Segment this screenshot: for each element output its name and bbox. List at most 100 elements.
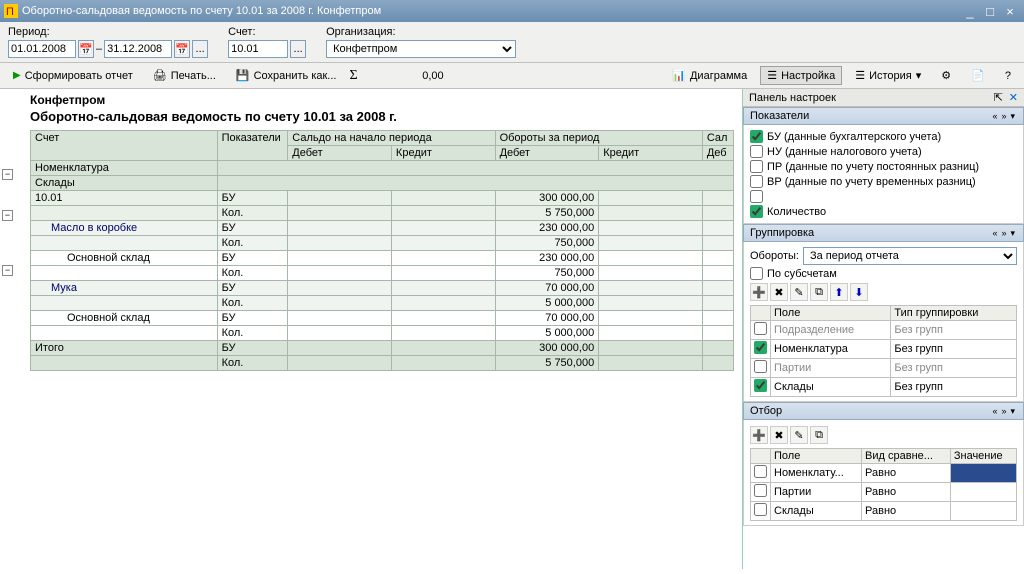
outline-column: − − − (2, 169, 20, 278)
panel-header: Панель настроек (749, 92, 994, 104)
date-to-input[interactable] (104, 40, 172, 58)
vr-checkbox[interactable] (750, 175, 763, 188)
col-account: Счет (31, 131, 218, 161)
table-row: Кол.5 750,000 (31, 206, 734, 221)
panel-expand-icon[interactable]: ⇱ (994, 91, 1003, 104)
parameters-bar: Период: 📅 – 📅 ... Счет: ... Организация:… (0, 22, 1024, 63)
organization-select[interactable]: Конфетпром (326, 40, 516, 58)
account-picker-button[interactable]: ... (290, 40, 306, 58)
table-row: Кол.5 000,000 (31, 296, 734, 311)
col-indicators: Показатели (217, 131, 288, 161)
table-row: СкладыБез групп (751, 378, 1017, 397)
tool1-button[interactable]: ⚙ (934, 66, 958, 85)
bu-checkbox[interactable] (750, 130, 763, 143)
add-button[interactable]: ➕ (750, 426, 768, 444)
remove-button[interactable]: ✖ (770, 426, 788, 444)
chart-button[interactable]: 📊Диаграмма (665, 66, 754, 85)
table-row: Масло в коробкеБУ230 000,00 (31, 221, 734, 236)
table-row: Кол.750,000 (31, 236, 734, 251)
chevron-down-icon[interactable]: ▾ (1008, 111, 1017, 122)
tool-icon: ⚙ (941, 69, 951, 82)
save-as-button[interactable]: 💾Сохранить как... (229, 66, 344, 85)
report-area: − − − Конфетпром Оборотно-сальдовая ведо… (0, 89, 742, 569)
sigma-icon: Σ (349, 68, 357, 84)
table-row: МукаБУ70 000,00 (31, 281, 734, 296)
close-button[interactable]: × (1000, 4, 1020, 19)
printer-icon: 🖨 (153, 69, 167, 82)
table-row: Кол.5 000,000 (31, 326, 734, 341)
filter-grid: ПолеВид сравне...Значение Номенклату...Р… (750, 448, 1017, 521)
outline-collapse-button[interactable]: − (2, 210, 13, 221)
help-button[interactable]: ? (998, 67, 1018, 85)
move-down-button[interactable]: ⬇ (850, 283, 868, 301)
calendar-to-icon[interactable]: 📅 (174, 40, 190, 58)
chevron-left-icon[interactable]: « (990, 111, 999, 121)
chevron-left-icon[interactable]: « (990, 406, 999, 416)
chevron-down-icon[interactable]: ▾ (1008, 406, 1017, 417)
window-title: Оборотно-сальдовая ведомость по счету 10… (22, 5, 960, 17)
report-org: Конфетпром (30, 93, 734, 107)
table-row: СкладыРавно (751, 502, 1017, 521)
save-icon: 💾 (236, 69, 250, 82)
table-row: НоменклатураБез групп (751, 340, 1017, 359)
table-row: Номенклату...Равно (751, 464, 1017, 483)
date-from-input[interactable] (8, 40, 76, 58)
calendar-from-icon[interactable]: 📅 (78, 40, 94, 58)
turnover-select[interactable]: За период отчета (803, 247, 1017, 265)
run-report-button[interactable]: ▶Сформировать отчет (6, 67, 140, 85)
chevron-right-icon[interactable]: » (999, 228, 1008, 238)
account-input[interactable] (228, 40, 288, 58)
list-icon: ☰ (855, 69, 865, 82)
tool2-button[interactable]: 📄 (964, 66, 992, 85)
add-button[interactable]: ➕ (750, 283, 768, 301)
chevron-down-icon[interactable]: ▾ (1008, 228, 1017, 239)
pr-checkbox[interactable] (750, 160, 763, 173)
play-icon: ▶ (13, 70, 21, 81)
col-open-balance: Сальдо на начало периода (288, 131, 495, 146)
col-turnover: Обороты за период (495, 131, 702, 146)
history-button[interactable]: ☰История▾ (848, 66, 928, 85)
copy-button[interactable]: ⧉ (810, 426, 828, 444)
chevron-right-icon[interactable]: » (999, 406, 1008, 416)
outline-collapse-button[interactable]: − (2, 169, 13, 180)
period-label: Период: (8, 26, 208, 38)
account-label: Счет: (228, 26, 306, 38)
gear-icon: ☰ (767, 69, 777, 82)
table-row: ПодразделениеБез групп (751, 321, 1017, 340)
organization-label: Организация: (326, 26, 516, 38)
settings-button[interactable]: ☰Настройка (760, 66, 842, 85)
minimize-button[interactable]: _ (960, 4, 980, 19)
grouping-section-title[interactable]: Группировка « » ▾ (743, 224, 1024, 242)
doc-icon: 📄 (971, 69, 985, 82)
control-checkbox[interactable] (750, 190, 763, 203)
table-row: Кол.5 750,000 (31, 356, 734, 371)
table-row: Кол.750,000 (31, 266, 734, 281)
print-button[interactable]: 🖨Печать... (146, 66, 223, 85)
outline-collapse-button[interactable]: − (2, 265, 13, 276)
edit-button[interactable]: ✎ (790, 283, 808, 301)
edit-button[interactable]: ✎ (790, 426, 808, 444)
col-close-balance: Сал (702, 131, 733, 146)
maximize-button[interactable]: □ (980, 4, 1000, 19)
chart-icon: 📊 (672, 69, 686, 82)
grouping-grid: ПолеТип группировки ПодразделениеБез гру… (750, 305, 1017, 397)
copy-button[interactable]: ⧉ (810, 283, 828, 301)
report-grid: Счет Показатели Сальдо на начало периода… (30, 130, 734, 371)
toolbar: ▶Сформировать отчет 🖨Печать... 💾Сохранит… (0, 63, 1024, 89)
remove-button[interactable]: ✖ (770, 283, 788, 301)
by-subaccounts-checkbox[interactable] (750, 267, 763, 280)
chevron-left-icon[interactable]: « (990, 228, 999, 238)
qty-checkbox[interactable] (750, 205, 763, 218)
move-up-button[interactable]: ⬆ (830, 283, 848, 301)
table-row: Основной складБУ70 000,00 (31, 311, 734, 326)
period-picker-button[interactable]: ... (192, 40, 208, 58)
titlebar: П Оборотно-сальдовая ведомость по счету … (0, 0, 1024, 22)
nu-checkbox[interactable] (750, 145, 763, 158)
table-row: ПартииБез групп (751, 359, 1017, 378)
table-row: ПартииРавно (751, 483, 1017, 502)
panel-close-icon[interactable]: ✕ (1009, 91, 1018, 104)
sum-value: 0,00 (364, 70, 444, 82)
chevron-right-icon[interactable]: » (999, 111, 1008, 121)
filter-section-title[interactable]: Отбор « » ▾ (743, 402, 1024, 420)
indicators-section-title[interactable]: Показатели « » ▾ (743, 107, 1024, 125)
